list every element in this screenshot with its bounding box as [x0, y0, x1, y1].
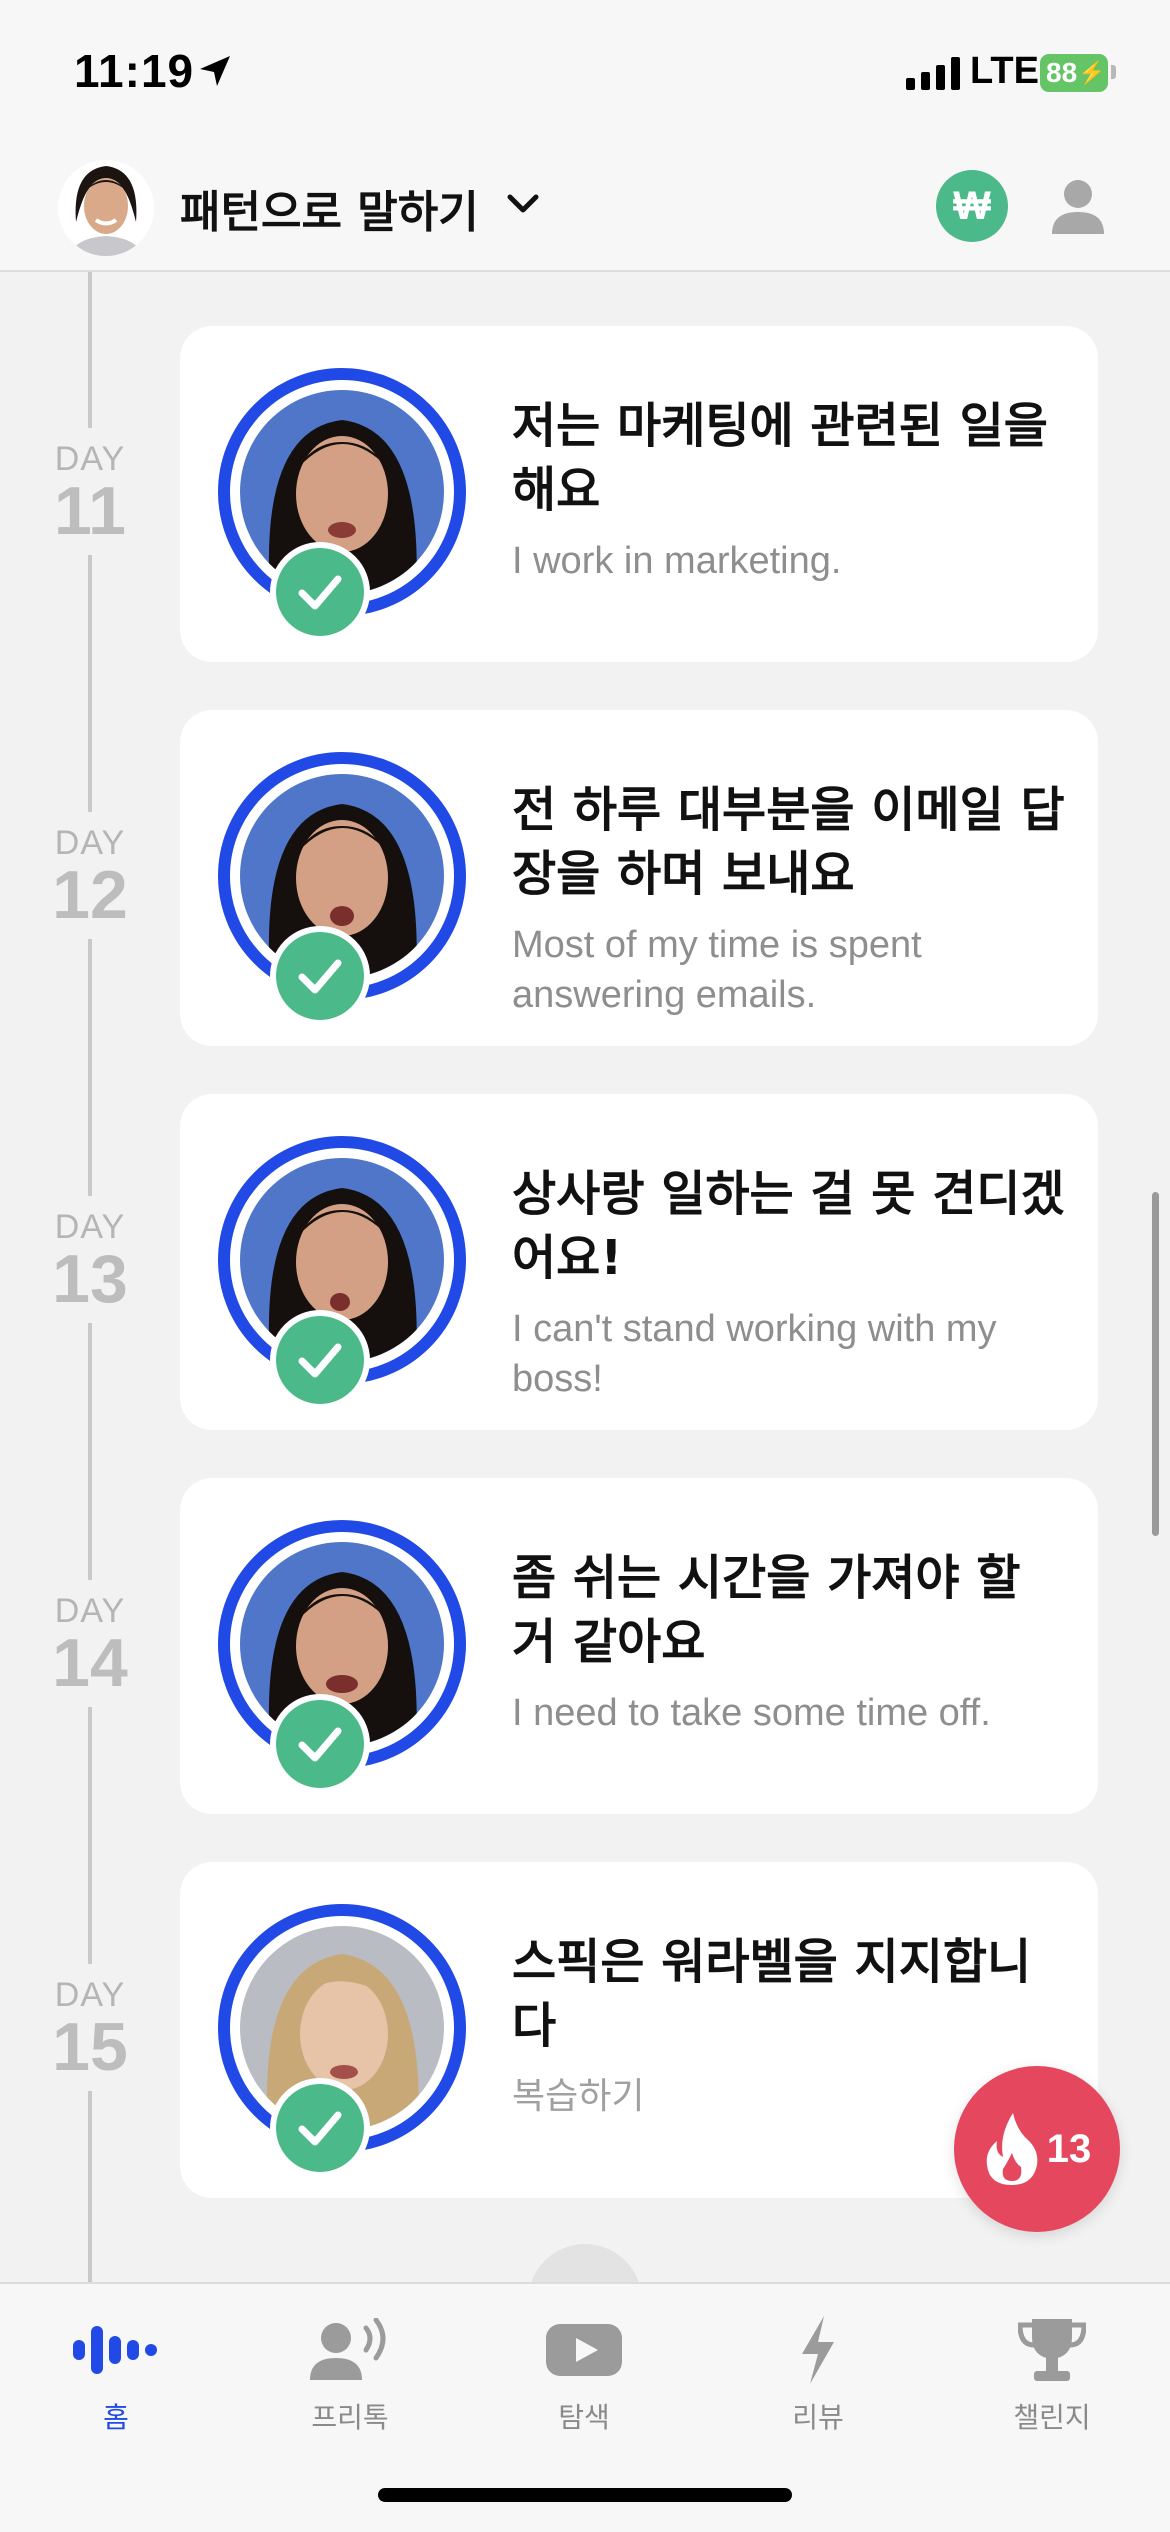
day-number: 14 [52, 1625, 128, 1701]
won-coin-icon: ₩ [953, 183, 991, 228]
lesson-text: 상사랑 일하는 걸 못 견디겠어요! I can't stand working… [512, 1162, 1072, 1404]
lesson-thumbnail [218, 1520, 466, 1794]
lesson-english-phrase: I need to take some time off. [512, 1692, 991, 1734]
chevron-down-icon[interactable] [505, 186, 541, 222]
lesson-text: 전 하루 대부분을 이메일 답장을 하며 보내요 Most of my time… [512, 778, 1072, 1020]
battery-nub [1111, 65, 1116, 79]
location-arrow-icon [200, 56, 230, 86]
lesson-thumbnail [218, 1904, 466, 2178]
day-label: DAY 14 [30, 1580, 150, 1707]
day-label: DAY 15 [30, 1964, 150, 2091]
lesson-card-day-12[interactable]: 전 하루 대부분을 이메일 답장을 하며 보내요 Most of my time… [180, 710, 1098, 1046]
charging-bolt-icon: ⚡ [1078, 60, 1106, 85]
completed-check-icon [270, 2078, 370, 2178]
lesson-korean-phrase: 상사랑 일하는 걸 못 견디겠어요! [512, 1166, 1065, 1286]
tab-review[interactable]: 리뷰 [718, 2304, 918, 2436]
speaking-person-icon [310, 2318, 386, 2380]
day-label: DAY 11 [30, 428, 150, 555]
lesson-korean-phrase: 저는 마케팅에 관련된 일을 해요 [512, 398, 1048, 518]
streak-button[interactable]: 13 [954, 2066, 1120, 2232]
completed-check-icon [270, 542, 370, 642]
network-type: LTE [970, 50, 1039, 92]
day-number: 13 [52, 1241, 128, 1317]
lesson-card-day-11[interactable]: 저는 마케팅에 관련된 일을 해요 I work in marketing. [180, 326, 1098, 662]
lesson-card-day-14[interactable]: 좀 쉬는 시간을 가져야 할 거 같아요 I need to take some… [180, 1478, 1098, 1814]
lesson-english-phrase: Most of my time is spent answering email… [512, 924, 922, 1016]
lesson-english-phrase: I can't stand working with my boss! [512, 1308, 997, 1400]
tab-freetalk[interactable]: 프리톡 [250, 2304, 450, 2436]
lightning-icon [802, 2316, 834, 2384]
completed-check-icon [270, 1310, 370, 1410]
tab-challenge[interactable]: 챌린지 [952, 2304, 1152, 2436]
lesson-thumbnail [218, 752, 466, 1026]
tab-explore[interactable]: 탐색 [484, 2304, 684, 2436]
lesson-korean-phrase: 전 하루 대부분을 이메일 답장을 하며 보내요 [512, 782, 1065, 902]
battery-indicator: 88 ⚡ [1040, 54, 1108, 92]
tab-label: 홈 [103, 2401, 129, 2434]
tab-label: 챌린지 [1013, 2401, 1091, 2434]
trophy-icon [1018, 2319, 1086, 2381]
fire-icon [986, 2113, 1038, 2185]
battery-level: 88 [1046, 57, 1078, 88]
lesson-text: 좀 쉬는 시간을 가져야 할 거 같아요 I need to take some… [512, 1546, 1072, 1738]
tab-label: 탐색 [558, 2401, 610, 2434]
waveform-icon [73, 2326, 157, 2374]
tab-home[interactable]: 홈 [16, 2304, 216, 2436]
cellular-signal-icon [906, 56, 960, 90]
status-time: 11:19 [74, 45, 195, 97]
day-number: 15 [52, 2009, 128, 2085]
day-label: DAY 12 [30, 812, 150, 939]
home-indicator[interactable] [378, 2488, 792, 2502]
streak-count: 13 [1046, 2126, 1092, 2171]
lesson-english-phrase: I work in marketing. [512, 540, 842, 582]
completed-check-icon [270, 926, 370, 1026]
completed-check-icon [270, 1694, 370, 1794]
course-header: 패턴으로 말하기 ₩ [0, 140, 1170, 272]
scrollbar[interactable] [1152, 1192, 1159, 1536]
day-number: 11 [54, 473, 126, 549]
status-bar: 11:19 LTE 88 ⚡ [0, 0, 1170, 140]
tab-label: 프리톡 [311, 2401, 389, 2434]
tab-label: 리뷰 [792, 2401, 844, 2434]
lesson-korean-phrase: 스픽은 워라벨을 지지합니다 [512, 1934, 1032, 2054]
lesson-thumbnail [218, 368, 466, 642]
coin-button[interactable]: ₩ [936, 170, 1008, 242]
lesson-korean-phrase: 좀 쉬는 시간을 가져야 할 거 같아요 [512, 1550, 1021, 1670]
lesson-thumbnail [218, 1136, 466, 1410]
lesson-card-day-13[interactable]: 상사랑 일하는 걸 못 견디겠어요! I can't stand working… [180, 1094, 1098, 1430]
profile-icon[interactable] [1048, 176, 1108, 236]
course-title[interactable]: 패턴으로 말하기 [180, 176, 479, 240]
tutor-avatar[interactable] [58, 152, 154, 260]
play-video-icon [546, 2324, 622, 2376]
day-number: 12 [52, 857, 128, 933]
day-label: DAY 13 [30, 1196, 150, 1323]
lesson-text: 저는 마케팅에 관련된 일을 해요 I work in marketing. [512, 394, 1072, 586]
